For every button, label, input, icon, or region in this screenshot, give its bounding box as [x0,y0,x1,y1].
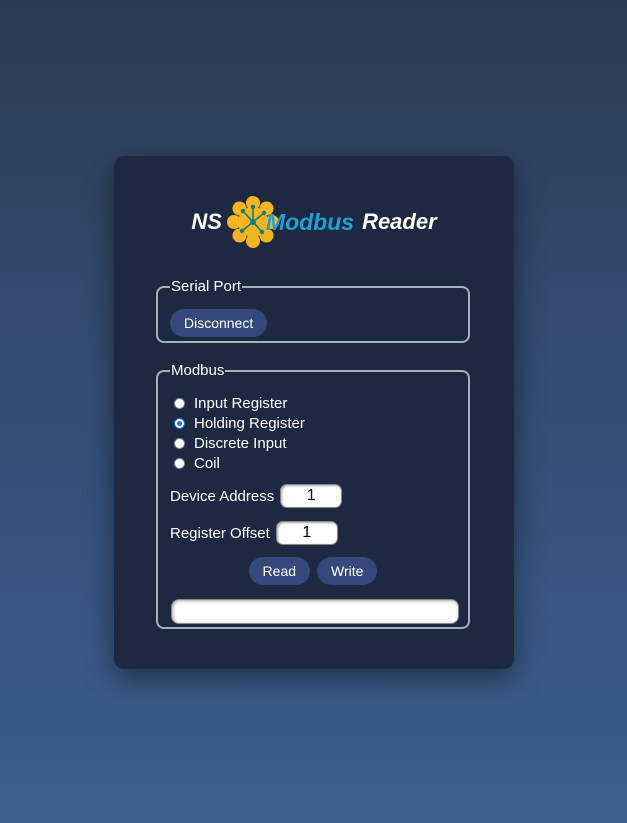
register-offset-input[interactable] [275,521,338,545]
radio-button-checked[interactable] [174,417,185,429]
logo-suffix: Reader [362,209,437,234]
app-card: NS Modbus Reader Serial Port Disconnect … [114,156,514,669]
radio-label: Discrete Input [194,434,287,452]
radio-button[interactable] [174,397,185,409]
modbus-group: Modbus Input Register Holding Register D… [156,362,470,629]
serial-port-legend: Serial Port [171,278,242,295]
device-address-label: Device Address [170,487,275,505]
radio-button[interactable] [174,457,185,469]
app-logo: NS Modbus Reader [114,194,514,250]
serial-port-group: Serial Port Disconnect [156,278,470,343]
device-address-row: Device Address [170,483,343,509]
device-address-input[interactable] [280,484,343,508]
logo-prefix: NS [191,209,222,234]
radio-holding-register[interactable]: Holding Register [174,413,305,433]
result-field[interactable] [171,599,459,624]
radio-label: Input Register [194,394,288,412]
radio-input-register[interactable]: Input Register [174,393,287,413]
radio-label: Coil [194,454,220,472]
modbus-legend: Modbus [171,362,225,379]
radio-label: Holding Register [194,414,305,432]
action-buttons: Read Write [158,557,468,585]
read-button[interactable]: Read [248,557,311,585]
radio-discrete-input[interactable]: Discrete Input [174,433,287,453]
write-button[interactable]: Write [317,557,378,585]
disconnect-button[interactable]: Disconnect [170,309,268,337]
radio-coil[interactable]: Coil [174,453,220,473]
register-offset-row: Register Offset [170,520,338,546]
logo-brand: Modbus [265,208,355,235]
register-offset-label: Register Offset [170,524,270,542]
radio-button[interactable] [174,437,185,449]
